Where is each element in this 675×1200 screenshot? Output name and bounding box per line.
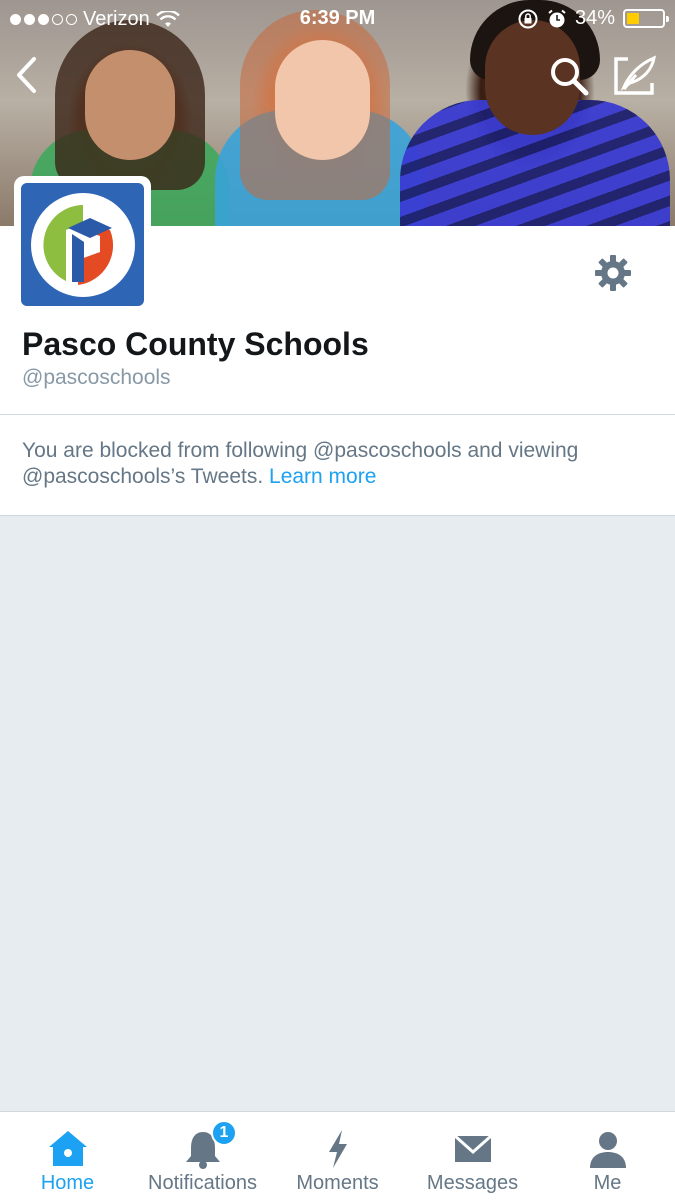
tab-messages[interactable]: Messages (405, 1112, 540, 1200)
divider (0, 515, 675, 516)
tab-home-label: Home (40, 1172, 95, 1194)
tab-bar: Home 1 Notifications Moments Messages Me (0, 1111, 675, 1200)
profile-name: Pasco County Schools (22, 326, 369, 362)
tab-moments[interactable]: Moments (270, 1112, 405, 1200)
envelope-icon (453, 1134, 492, 1162)
status-bar: Verizon 6:39 PM 34% (0, 0, 675, 38)
compose-icon[interactable] (612, 55, 658, 97)
battery-icon (623, 9, 669, 28)
search-icon[interactable] (548, 55, 590, 97)
profile-handle: @pascoschools (22, 366, 171, 389)
tab-notifications-label: Notifications (148, 1172, 257, 1194)
back-chevron-icon[interactable] (12, 55, 42, 95)
profile-avatar[interactable] (14, 176, 151, 313)
gear-icon[interactable] (593, 253, 633, 293)
blocked-message: You are blocked from following @pascosch… (22, 438, 652, 490)
tab-me-label: Me (593, 1172, 622, 1194)
tab-home[interactable]: Home (0, 1112, 135, 1200)
tab-me[interactable]: Me (540, 1112, 675, 1200)
tab-messages-label: Messages (426, 1172, 519, 1194)
school-logo-icon (30, 192, 135, 297)
learn-more-link[interactable]: Learn more (269, 465, 376, 488)
rotation-lock-icon (518, 9, 538, 28)
battery-percent: 34% (574, 7, 615, 29)
alarm-icon (548, 9, 566, 27)
notification-badge: 1 (211, 1120, 237, 1146)
tab-notifications[interactable]: 1 Notifications (135, 1112, 270, 1200)
tab-moments-label: Moments (296, 1172, 379, 1194)
person-icon (589, 1132, 626, 1168)
home-icon (48, 1131, 87, 1166)
lightning-icon (328, 1130, 347, 1168)
